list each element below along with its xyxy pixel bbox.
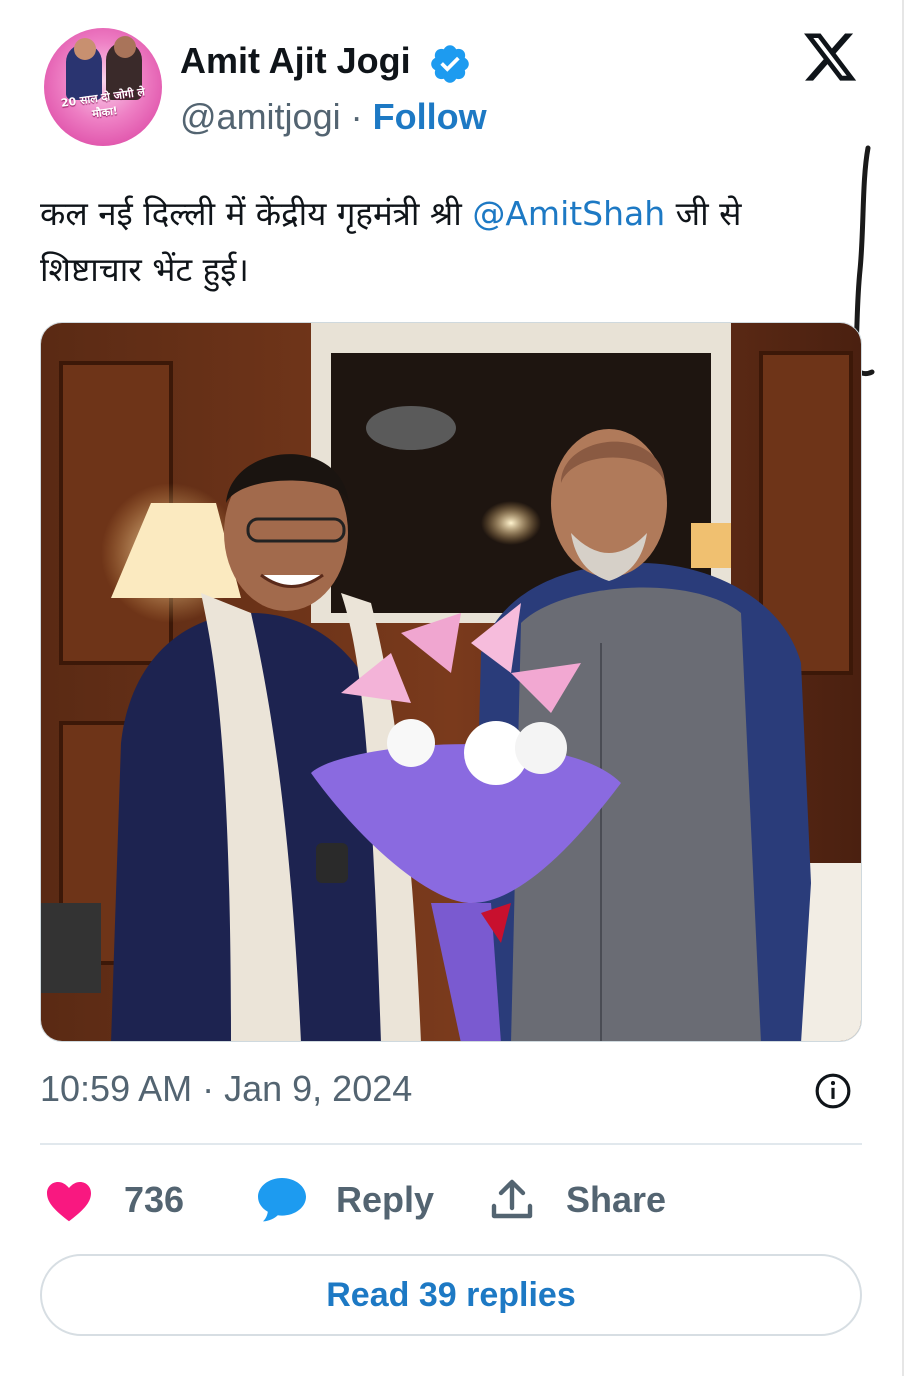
photo-illustration: [41, 323, 861, 1041]
like-count: 736: [124, 1179, 185, 1220]
mention-link[interactable]: @AmitShah: [472, 194, 665, 233]
verified-badge-icon: [431, 45, 469, 83]
heart-icon: [47, 1182, 91, 1222]
read-replies-label: Read 39 replies: [326, 1275, 576, 1314]
share-button[interactable]: Share: [488, 1172, 666, 1228]
reply-button[interactable]: Reply: [256, 1172, 434, 1228]
info-icon[interactable]: [814, 1072, 852, 1110]
tweet-photo[interactable]: [40, 322, 862, 1042]
author-name[interactable]: Amit Ajit Jogi: [180, 40, 411, 82]
tweet-timestamp[interactable]: 10:59 AM · Jan 9, 2024: [40, 1068, 412, 1110]
like-button[interactable]: 736: [44, 1172, 184, 1228]
author-handle[interactable]: @amitjogi: [180, 96, 341, 137]
author-handle-row: @amitjogi · Follow: [180, 96, 487, 138]
share-label: Share: [566, 1179, 667, 1220]
reply-bubble-icon: [258, 1178, 306, 1222]
separator: ·: [340, 96, 373, 137]
x-logo-icon[interactable]: [800, 28, 860, 86]
share-icon: [491, 1179, 533, 1219]
tweet-text: कल नई दिल्ली में केंद्रीय गृहमंत्री श्री…: [40, 186, 840, 298]
tweet-text-part: कल नई दिल्ली में केंद्रीय गृहमंत्री श्री: [40, 194, 473, 233]
follow-button[interactable]: Follow: [373, 96, 487, 137]
avatar[interactable]: 20 साल दो जोगी ले मौका!: [44, 28, 162, 146]
reply-label: Reply: [336, 1179, 435, 1220]
avatar-figure-head: [114, 36, 136, 58]
divider: [40, 1143, 862, 1145]
avatar-figure-head: [74, 38, 96, 60]
read-replies-button[interactable]: Read 39 replies: [40, 1254, 862, 1336]
